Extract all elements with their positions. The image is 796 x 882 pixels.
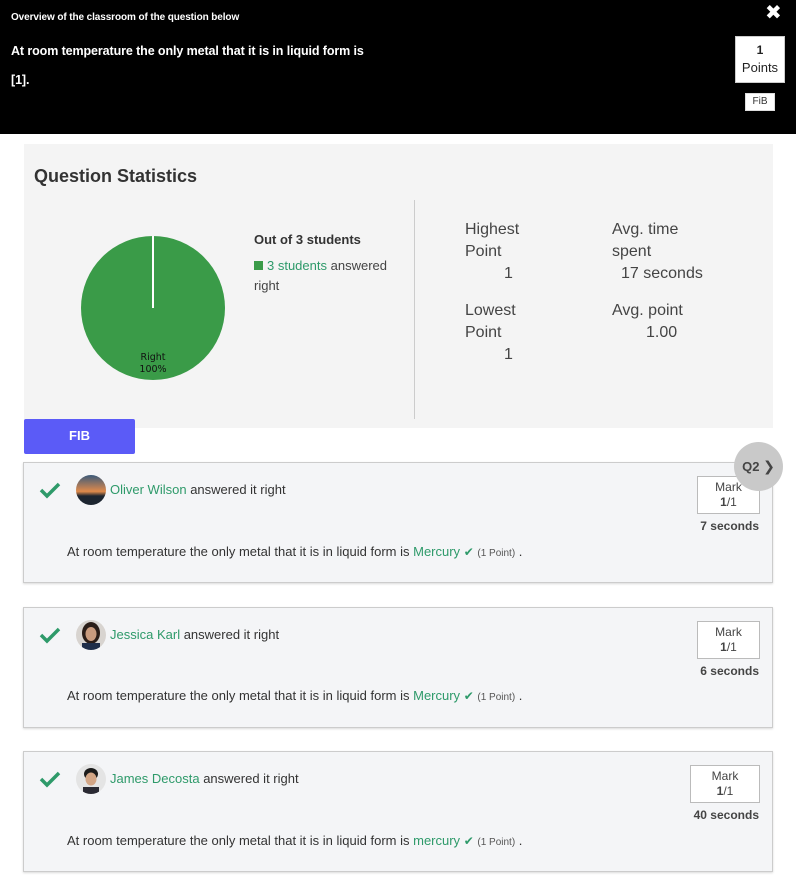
- correct-check-icon: ✔: [463, 545, 474, 559]
- check-icon: [39, 627, 61, 644]
- answer-points: (1 Point): [477, 548, 516, 559]
- mark-score: 1: [720, 495, 727, 509]
- highest-point-label: Highest Point: [465, 221, 520, 260]
- mark-label: Mark: [711, 769, 739, 783]
- mark-box[interactable]: Mark 1/1: [690, 765, 760, 803]
- result-pie-chart: Right100%: [81, 236, 225, 380]
- mark-value: 1/1: [698, 495, 759, 509]
- sentence-text: At room temperature the only metal that …: [67, 688, 410, 703]
- student-answer: Mercury: [413, 544, 461, 559]
- question-statistics-panel: Question Statistics Right 100% Out of 3 s…: [24, 144, 773, 428]
- question-header: Overview of the classroom of the questio…: [0, 0, 796, 134]
- student-result: Jessica Karl answered it right: [110, 627, 279, 642]
- mark-total: /1: [723, 784, 734, 798]
- avg-time-label: Avg. time spent: [612, 221, 679, 260]
- answer-card: James Decosta answered it right At room …: [23, 751, 773, 872]
- sentence-end: .: [518, 833, 523, 848]
- lowest-point-value: 1: [504, 346, 513, 363]
- mark-value: 1/1: [698, 640, 759, 654]
- student-result: Oliver Wilson answered it right: [110, 482, 286, 497]
- next-question-label: Q2: [742, 459, 760, 474]
- points-box: 1 Points: [735, 36, 785, 83]
- result-text: answered it right: [180, 627, 280, 642]
- avatar: [76, 620, 106, 650]
- mark-total: /1: [726, 495, 737, 509]
- pie-slice-label: Right: [140, 352, 165, 363]
- sentence-end: .: [518, 688, 523, 703]
- avatar: [76, 475, 106, 505]
- answered-students-link[interactable]: 3 students: [267, 258, 327, 273]
- answered-summary: 3 students answered right: [254, 256, 404, 296]
- student-answer: mercury: [413, 833, 461, 848]
- avg-time-value: 17 seconds: [621, 265, 703, 282]
- correct-check-icon: ✔: [463, 834, 474, 848]
- time-spent: 6 seconds: [700, 664, 759, 678]
- answer-sentence: At room temperature the only metal that …: [67, 688, 522, 703]
- result-text: answered it right: [199, 771, 299, 786]
- mark-label: Mark: [715, 625, 742, 639]
- correct-check-icon: ✔: [463, 689, 474, 703]
- check-icon: [39, 482, 61, 499]
- students-count-label: Out of 3 students: [254, 232, 361, 247]
- student-answer: Mercury: [413, 688, 461, 703]
- statistics-title: Question Statistics: [34, 166, 198, 186]
- sentence-end: .: [518, 544, 523, 559]
- question-line-2: [1].: [11, 73, 30, 87]
- avatar: [76, 764, 106, 794]
- lowest-point-label: Lowest Point: [465, 302, 516, 341]
- sentence-text: At room temperature the only metal that …: [67, 833, 410, 848]
- question-text: At room temperature the only metal that …: [11, 37, 441, 95]
- mark-total: /1: [726, 640, 737, 654]
- student-name-link[interactable]: James Decosta: [110, 771, 200, 786]
- points-label: Points: [741, 60, 779, 75]
- sentence-text: At room temperature the only metal that …: [67, 544, 410, 559]
- student-result: James Decosta answered it right: [110, 771, 299, 786]
- time-spent: 40 seconds: [693, 808, 759, 822]
- fib-filter-button[interactable]: FIB: [24, 419, 135, 454]
- points-value: 1: [756, 43, 764, 57]
- chevron-right-icon: ❯: [763, 458, 775, 474]
- highest-point-value: 1: [504, 265, 513, 282]
- mark-value: 1/1: [691, 784, 759, 798]
- student-name-link[interactable]: Jessica Karl: [110, 627, 180, 642]
- answer-points: (1 Point): [477, 692, 516, 703]
- close-icon[interactable]: ✖: [765, 0, 782, 25]
- avg-point-label: Avg. point: [612, 302, 683, 319]
- avg-point-value: 1.00: [646, 324, 678, 341]
- stats-divider: [414, 200, 415, 419]
- answer-card: Oliver Wilson answered it right At room …: [23, 462, 773, 583]
- question-type-badge: FiB: [745, 93, 775, 111]
- check-icon: [39, 771, 61, 788]
- question-line-1: At room temperature the only metal that …: [11, 44, 364, 58]
- pie-slice-percent: 100%: [139, 364, 166, 375]
- overview-label: Overview of the classroom of the questio…: [11, 12, 240, 23]
- mark-score: 1: [720, 640, 727, 654]
- student-name-link[interactable]: Oliver Wilson: [110, 482, 187, 497]
- answer-sentence: At room temperature the only metal that …: [67, 833, 522, 848]
- mark-box[interactable]: Mark 1/1: [697, 621, 760, 659]
- time-spent: 7 seconds: [700, 519, 759, 533]
- result-text: answered it right: [186, 482, 286, 497]
- legend-swatch: [254, 261, 263, 270]
- next-question-button[interactable]: Q2 ❯: [734, 442, 783, 491]
- answer-card: Jessica Karl answered it right At room t…: [23, 607, 773, 728]
- answer-sentence: At room temperature the only metal that …: [67, 544, 522, 559]
- answer-points: (1 Point): [477, 837, 516, 848]
